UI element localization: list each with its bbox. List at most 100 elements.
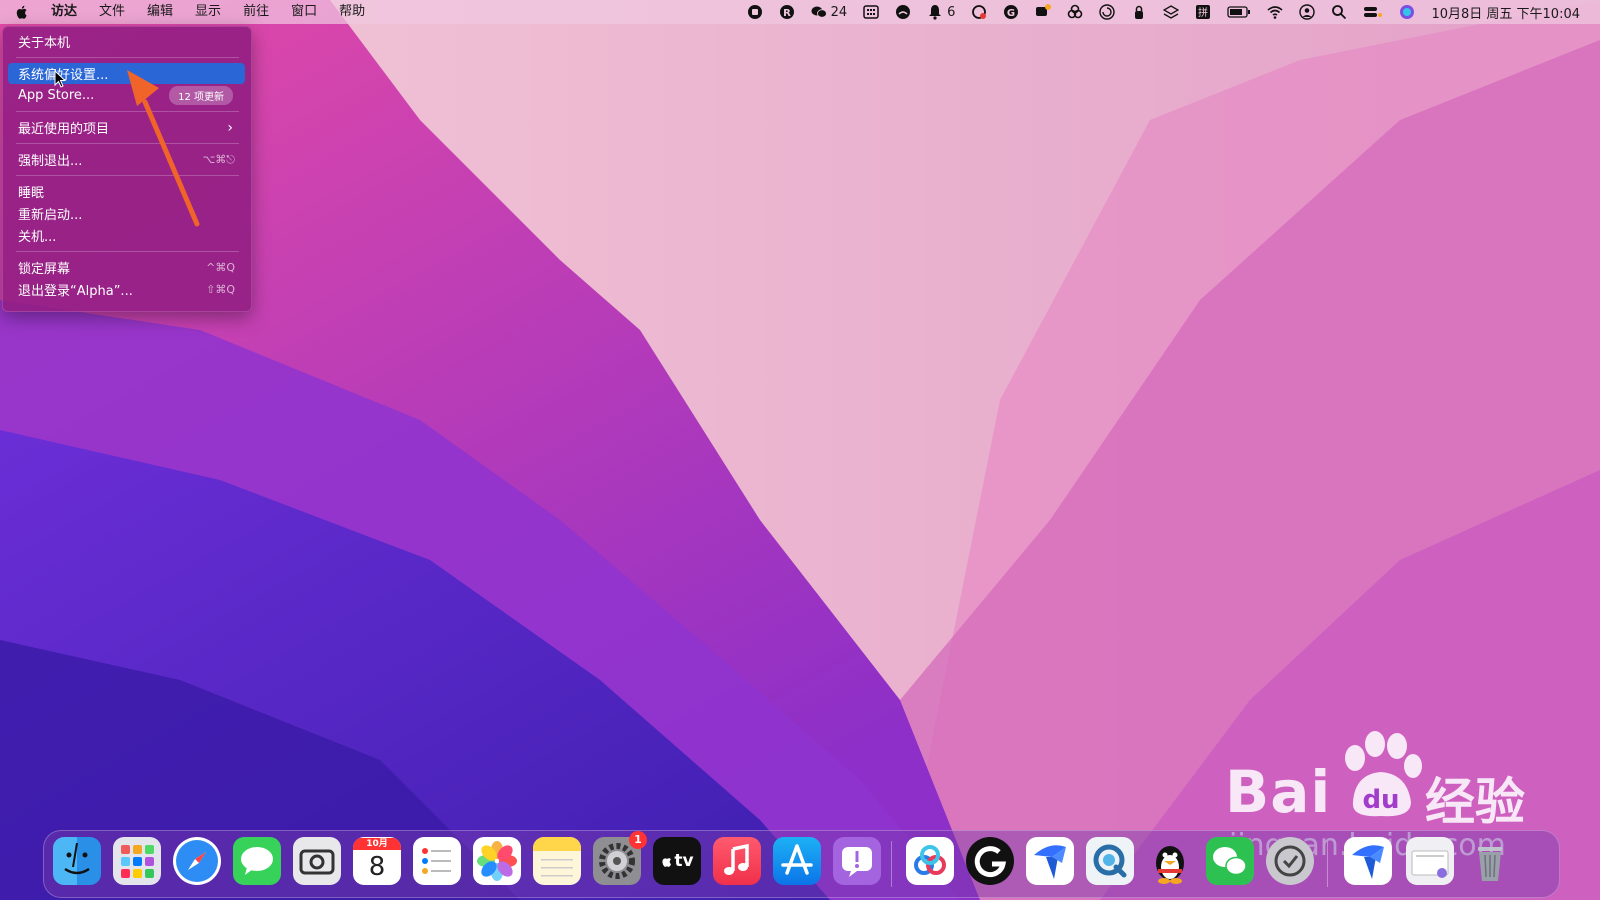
dock-photos[interactable]: [473, 837, 521, 885]
wechat-bubbles-icon: [1213, 847, 1247, 876]
notes-icon: [533, 837, 581, 877]
dock-separator: [1327, 841, 1328, 887]
trash-icon: [1478, 847, 1502, 881]
wechat-count: 24: [830, 4, 848, 20]
dock-app-generic[interactable]: [1266, 837, 1314, 885]
finder-face-icon: [64, 842, 90, 875]
dock-screenshot[interactable]: [293, 837, 341, 885]
document-stack-icon: [1411, 850, 1449, 878]
dock-lark-folder[interactable]: [1344, 837, 1392, 885]
menubar-clock[interactable]: 10月8日 周五 下午10:04: [1423, 0, 1588, 24]
r-app-icon[interactable]: R: [771, 0, 803, 24]
g-logo-icon: [974, 846, 1007, 878]
lark-bird-icon: [1034, 845, 1066, 879]
user-icon[interactable]: [1291, 0, 1323, 24]
wechat-status[interactable]: 24: [803, 0, 856, 24]
menu-window[interactable]: 窗口: [280, 0, 328, 24]
dock-launchpad[interactable]: [113, 837, 161, 885]
feedback-exclamation-icon: [842, 847, 872, 877]
dock-reminders[interactable]: [413, 837, 461, 885]
sleep-label: 睡眠: [18, 186, 45, 201]
dock-wechat[interactable]: [1206, 837, 1254, 885]
input-method-icon[interactable]: 拼: [1187, 0, 1219, 24]
shutdown-label: 关机...: [18, 230, 57, 245]
qq-penguin-icon: [1156, 846, 1184, 884]
cloud-sync-icon[interactable]: [963, 0, 995, 24]
menu-help[interactable]: 帮助: [328, 0, 376, 24]
menu-view[interactable]: 显示: [184, 0, 232, 24]
face-app-icon[interactable]: [887, 0, 919, 24]
app-store-label: App Store...: [18, 88, 95, 103]
layers-icon[interactable]: [1155, 0, 1187, 24]
dock-apple-tv[interactable]: tv: [653, 837, 701, 885]
battery-icon[interactable]: [1219, 0, 1259, 24]
spiral-icon[interactable]: [1091, 0, 1123, 24]
logout-shortcut: ⇧⌘Q: [206, 283, 235, 296]
calendar-day: 8: [368, 852, 386, 882]
lock-screen-label: 锁定屏幕: [18, 262, 71, 277]
dock-music[interactable]: [713, 837, 761, 885]
logout-label: 退出登录“Alpha”...: [18, 284, 133, 299]
dock-calendar[interactable]: 10月 8: [353, 837, 401, 885]
watermark-brand-cn: 经验: [1425, 773, 1525, 831]
baidu-netdisk-icon[interactable]: [1059, 0, 1091, 24]
menu-item-about[interactable]: 关于本机: [8, 31, 245, 52]
dock-quicktime[interactable]: [1086, 837, 1134, 885]
menu-bar: 访达 文件 编辑 显示 前往 窗口 帮助 R 24 6 G 拼 10月8日 周五…: [0, 0, 1600, 24]
recent-items-label: 最近使用的项目: [18, 122, 110, 137]
g-app-icon[interactable]: G: [995, 0, 1027, 24]
dock: 10月 8 1 tv: [43, 830, 1560, 898]
dock-finder[interactable]: [53, 837, 101, 885]
dock-g-app[interactable]: [966, 837, 1014, 885]
keypad-icon[interactable]: [855, 0, 887, 24]
force-quit-label: 强制退出...: [18, 154, 83, 169]
about-label: 关于本机: [18, 36, 71, 51]
dock-downloads-stack[interactable]: [1406, 837, 1454, 885]
lock-screen-shortcut: ^⌘Q: [206, 261, 235, 274]
menu-item-lock-screen[interactable]: 锁定屏幕 ^⌘Q: [8, 257, 245, 278]
dock-app-store[interactable]: [773, 837, 821, 885]
photos-flower-icon: [477, 841, 517, 881]
apple-tv-label: tv: [674, 851, 694, 871]
menu-go[interactable]: 前往: [232, 0, 280, 24]
dock-system-preferences[interactable]: 1: [593, 831, 647, 885]
dock-qq[interactable]: [1146, 837, 1194, 885]
dock-feedback-assistant[interactable]: [833, 837, 881, 885]
chevron-right-icon: ›: [227, 119, 233, 136]
control-center-icon[interactable]: [1355, 0, 1391, 24]
dock-messages[interactable]: [233, 837, 281, 885]
dock-baidu-netdisk[interactable]: [906, 837, 954, 885]
compass-icon: [176, 840, 218, 882]
dock-notes[interactable]: [533, 837, 581, 885]
camera-icon: [299, 849, 335, 875]
menu-finder[interactable]: 访达: [40, 0, 88, 24]
lock-app-icon[interactable]: [1123, 0, 1155, 24]
apple-logo-icon[interactable]: [14, 4, 30, 20]
menu-separator: [16, 57, 239, 58]
dock-trash[interactable]: [1466, 837, 1514, 885]
dock-lark[interactable]: [1026, 837, 1074, 885]
notification-status[interactable]: 6: [919, 0, 963, 24]
app-glyph-icon: [1274, 845, 1306, 877]
messenger-alert-icon[interactable]: [1027, 0, 1059, 24]
dock-safari[interactable]: [173, 837, 221, 885]
list-icon: [422, 848, 451, 874]
svg-text:R: R: [783, 8, 791, 19]
quicktime-q-icon: [1093, 844, 1127, 878]
siri-icon[interactable]: [1391, 0, 1423, 24]
launchpad-grid-icon: [121, 845, 154, 878]
lark-bird-icon: [1352, 845, 1384, 879]
music-note-icon: [724, 843, 749, 875]
mouse-cursor-icon: [54, 70, 66, 88]
menu-file[interactable]: 文件: [88, 0, 136, 24]
apple-tv-logo-icon: [662, 858, 672, 867]
menu-edit[interactable]: 编辑: [136, 0, 184, 24]
cloud-rings-icon: [914, 845, 946, 875]
screen-record-icon[interactable]: [739, 0, 771, 24]
spotlight-search-icon[interactable]: [1323, 0, 1355, 24]
baidu-paw-icon: du: [1345, 731, 1422, 817]
wifi-icon[interactable]: [1259, 0, 1291, 24]
restart-label: 重新启动...: [18, 208, 83, 223]
calendar-month: 10月: [353, 838, 401, 850]
menu-item-logout[interactable]: 退出登录“Alpha”... ⇧⌘Q: [8, 279, 245, 300]
